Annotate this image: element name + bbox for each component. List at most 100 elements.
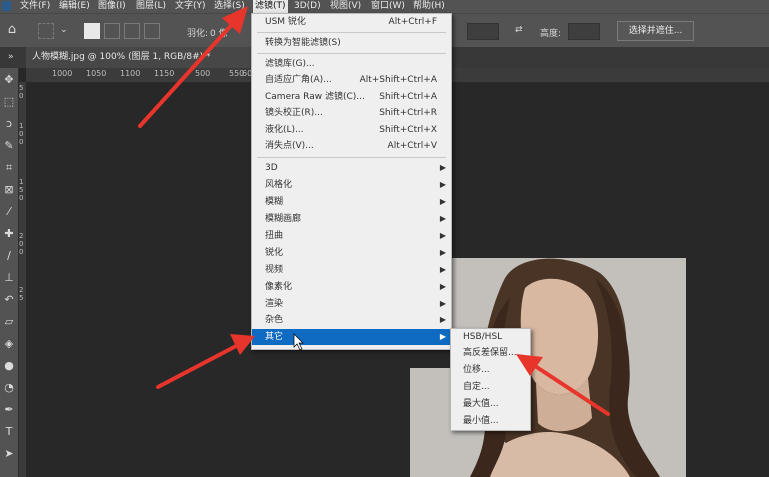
submenu-item-hsb-hsl[interactable]: HSB/HSL xyxy=(463,329,502,345)
menu-item-label: 渲染 xyxy=(265,299,284,309)
menu-file[interactable]: 文件(F) xyxy=(20,0,50,13)
history-brush-tool-icon[interactable]: ↶ xyxy=(1,292,17,308)
submenu-arrow-icon: ▶ xyxy=(439,214,446,223)
ruler-label: 1 xyxy=(19,178,24,186)
tools-panel: ✥ ⬚ ↄ ✎ ⌗ ⊠ ⁄ ✚ ∕ ⊥ ↶ ▱ ◈ ● ◔ ✒ T ➤ xyxy=(0,68,19,477)
frame-tool-icon[interactable]: ⊠ xyxy=(1,182,17,198)
photoshop-logo-icon xyxy=(2,1,11,11)
menu-item-stylize[interactable]: 风格化 ▶ xyxy=(252,177,451,193)
menu-type[interactable]: 文字(Y) xyxy=(175,0,206,13)
dodge-tool-icon[interactable]: ◔ xyxy=(1,380,17,396)
menu-item-label: 视频 xyxy=(265,265,284,275)
eraser-tool-icon[interactable]: ▱ xyxy=(1,314,17,330)
marquee-tool-icon[interactable]: ⬚ xyxy=(1,94,17,110)
submenu-arrow-icon: ▶ xyxy=(439,315,446,324)
menu-item-label: 镜头校正(R)... xyxy=(265,108,323,118)
menu-item-shortcut: Alt+Ctrl+F xyxy=(388,17,437,27)
swap-icon[interactable]: ⇄ xyxy=(515,25,523,35)
ruler-label: 0 xyxy=(19,130,24,138)
menu-item-blur-gallery[interactable]: 模糊画廊 ▶ xyxy=(252,211,451,227)
submenu-item-offset[interactable]: 位移... xyxy=(463,362,490,378)
brush-tool-icon[interactable]: ∕ xyxy=(1,248,17,264)
ruler-label: 1150 xyxy=(154,69,175,78)
menu-item-convert-smart-filter[interactable]: 转换为智能滤镜(S) xyxy=(252,35,451,51)
document-tab[interactable]: 人物模糊.jpg @ 100% (图层 1, RGB/8#) * xyxy=(26,47,251,68)
menu-item-pixelate[interactable]: 像素化 ▶ xyxy=(252,279,451,295)
menu-item-video[interactable]: 视频 ▶ xyxy=(252,262,451,278)
menu-item-liquify[interactable]: 液化(L)... Shift+Ctrl+X xyxy=(252,122,451,138)
menu-item-distort[interactable]: 扭曲 ▶ xyxy=(252,228,451,244)
intersect-selection-icon[interactable] xyxy=(144,23,160,39)
menu-item-shortcut: Shift+Ctrl+A xyxy=(379,92,437,102)
ruler-label: 5 xyxy=(19,186,24,194)
move-tool-icon[interactable]: ✥ xyxy=(1,72,17,88)
menu-item-filter-gallery[interactable]: 滤镜库(G)... xyxy=(252,56,451,72)
new-selection-icon[interactable] xyxy=(84,23,100,39)
marquee-preset-icon[interactable] xyxy=(38,23,54,39)
ruler-label: 1100 xyxy=(120,69,141,78)
menu-item-3d[interactable]: 3D ▶ xyxy=(252,160,451,176)
submenu-arrow-icon: ▶ xyxy=(439,299,446,308)
menu-item-render[interactable]: 渲染 ▶ xyxy=(252,296,451,312)
ruler-label: 0 xyxy=(19,248,24,256)
panel-collapse-icon[interactable]: » xyxy=(8,52,14,62)
menu-item-label: 扭曲 xyxy=(265,231,284,241)
healing-brush-tool-icon[interactable]: ✚ xyxy=(1,226,17,242)
menu-view[interactable]: 视图(V) xyxy=(330,0,361,13)
menu-item-usm-sharpen[interactable]: USM 锐化 Alt+Ctrl+F xyxy=(252,14,451,30)
menu-item-other[interactable]: 其它 ▶ xyxy=(252,329,451,345)
menu-3d[interactable]: 3D(D) xyxy=(294,0,321,13)
path-select-tool-icon[interactable]: ➤ xyxy=(1,446,17,462)
menu-window[interactable]: 窗口(W) xyxy=(371,0,405,13)
menu-layer[interactable]: 图层(L) xyxy=(136,0,166,13)
pen-tool-icon[interactable]: ✒ xyxy=(1,402,17,418)
subtract-from-selection-icon[interactable] xyxy=(124,23,140,39)
feather-value[interactable]: 0 像 xyxy=(210,26,228,39)
menu-image[interactable]: 图像(I) xyxy=(98,0,126,13)
menu-item-sharpen[interactable]: 锐化 ▶ xyxy=(252,245,451,261)
menu-item-label: 自适应广角(A)... xyxy=(265,75,332,85)
menu-item-noise[interactable]: 杂色 ▶ xyxy=(252,312,451,328)
vertical-ruler: 5 0 1 0 0 1 5 0 2 0 0 2 5 xyxy=(19,82,26,477)
feather-label: 羽化: xyxy=(187,29,209,39)
lasso-tool-icon[interactable]: ↄ xyxy=(1,116,17,132)
menu-select[interactable]: 选择(S) xyxy=(214,0,245,13)
menu-item-label: USM 锐化 xyxy=(265,17,306,27)
submenu-arrow-icon: ▶ xyxy=(439,248,446,257)
menu-filter[interactable]: 滤镜(T) xyxy=(253,0,288,13)
menu-item-label: 杂色 xyxy=(265,315,284,325)
menu-help[interactable]: 帮助(H) xyxy=(413,0,445,13)
ruler-label: 0 xyxy=(19,194,24,202)
home-icon[interactable]: ⌂ xyxy=(4,22,20,38)
menu-item-label: 消失点(V)... xyxy=(265,141,314,151)
menu-item-vanishing-point[interactable]: 消失点(V)... Alt+Ctrl+V xyxy=(252,138,451,154)
menu-item-shortcut: Alt+Shift+Ctrl+A xyxy=(359,75,437,85)
menu-item-label: 3D xyxy=(265,163,278,173)
paint-bucket-tool-icon[interactable]: ◈ xyxy=(1,336,17,352)
add-to-selection-icon[interactable] xyxy=(104,23,120,39)
eyedropper-tool-icon[interactable]: ⁄ xyxy=(1,204,17,220)
menu-item-label: 像素化 xyxy=(265,282,293,292)
menu-item-shortcut: Shift+Ctrl+X xyxy=(379,125,437,135)
menu-item-camera-raw[interactable]: Camera Raw 滤镜(C)... Shift+Ctrl+A xyxy=(252,89,451,105)
crop-tool-icon[interactable]: ⌗ xyxy=(1,160,17,176)
menu-item-adaptive-wide-angle[interactable]: 自适应广角(A)... Alt+Shift+Ctrl+A xyxy=(252,72,451,88)
ruler-label: 0 xyxy=(19,92,24,100)
menu-bar: 文件(F) 编辑(E) 图像(I) 图层(L) 文字(Y) 选择(S) 滤镜(T… xyxy=(0,0,769,13)
submenu-item-custom[interactable]: 自定... xyxy=(463,379,490,395)
height-field[interactable] xyxy=(568,23,600,40)
blur-tool-icon[interactable]: ● xyxy=(1,358,17,374)
clone-stamp-tool-icon[interactable]: ⊥ xyxy=(1,270,17,286)
submenu-item-maximum[interactable]: 最大值... xyxy=(463,396,499,412)
type-tool-icon[interactable]: T xyxy=(1,424,17,440)
menu-item-blur[interactable]: 模糊 ▶ xyxy=(252,194,451,210)
menu-edit[interactable]: 编辑(E) xyxy=(59,0,90,13)
width-field[interactable] xyxy=(467,23,499,40)
select-and-mask-button[interactable]: 选择并遮住... xyxy=(617,21,694,41)
ruler-label: 500 xyxy=(195,69,211,78)
menu-item-lens-correction[interactable]: 镜头校正(R)... Shift+Ctrl+R xyxy=(252,105,451,121)
submenu-item-minimum[interactable]: 最小值... xyxy=(463,413,499,429)
chevron-down-icon[interactable]: ⌄ xyxy=(60,25,68,35)
quick-select-tool-icon[interactable]: ✎ xyxy=(1,138,17,154)
submenu-item-high-pass[interactable]: 高反差保留... xyxy=(463,345,517,361)
